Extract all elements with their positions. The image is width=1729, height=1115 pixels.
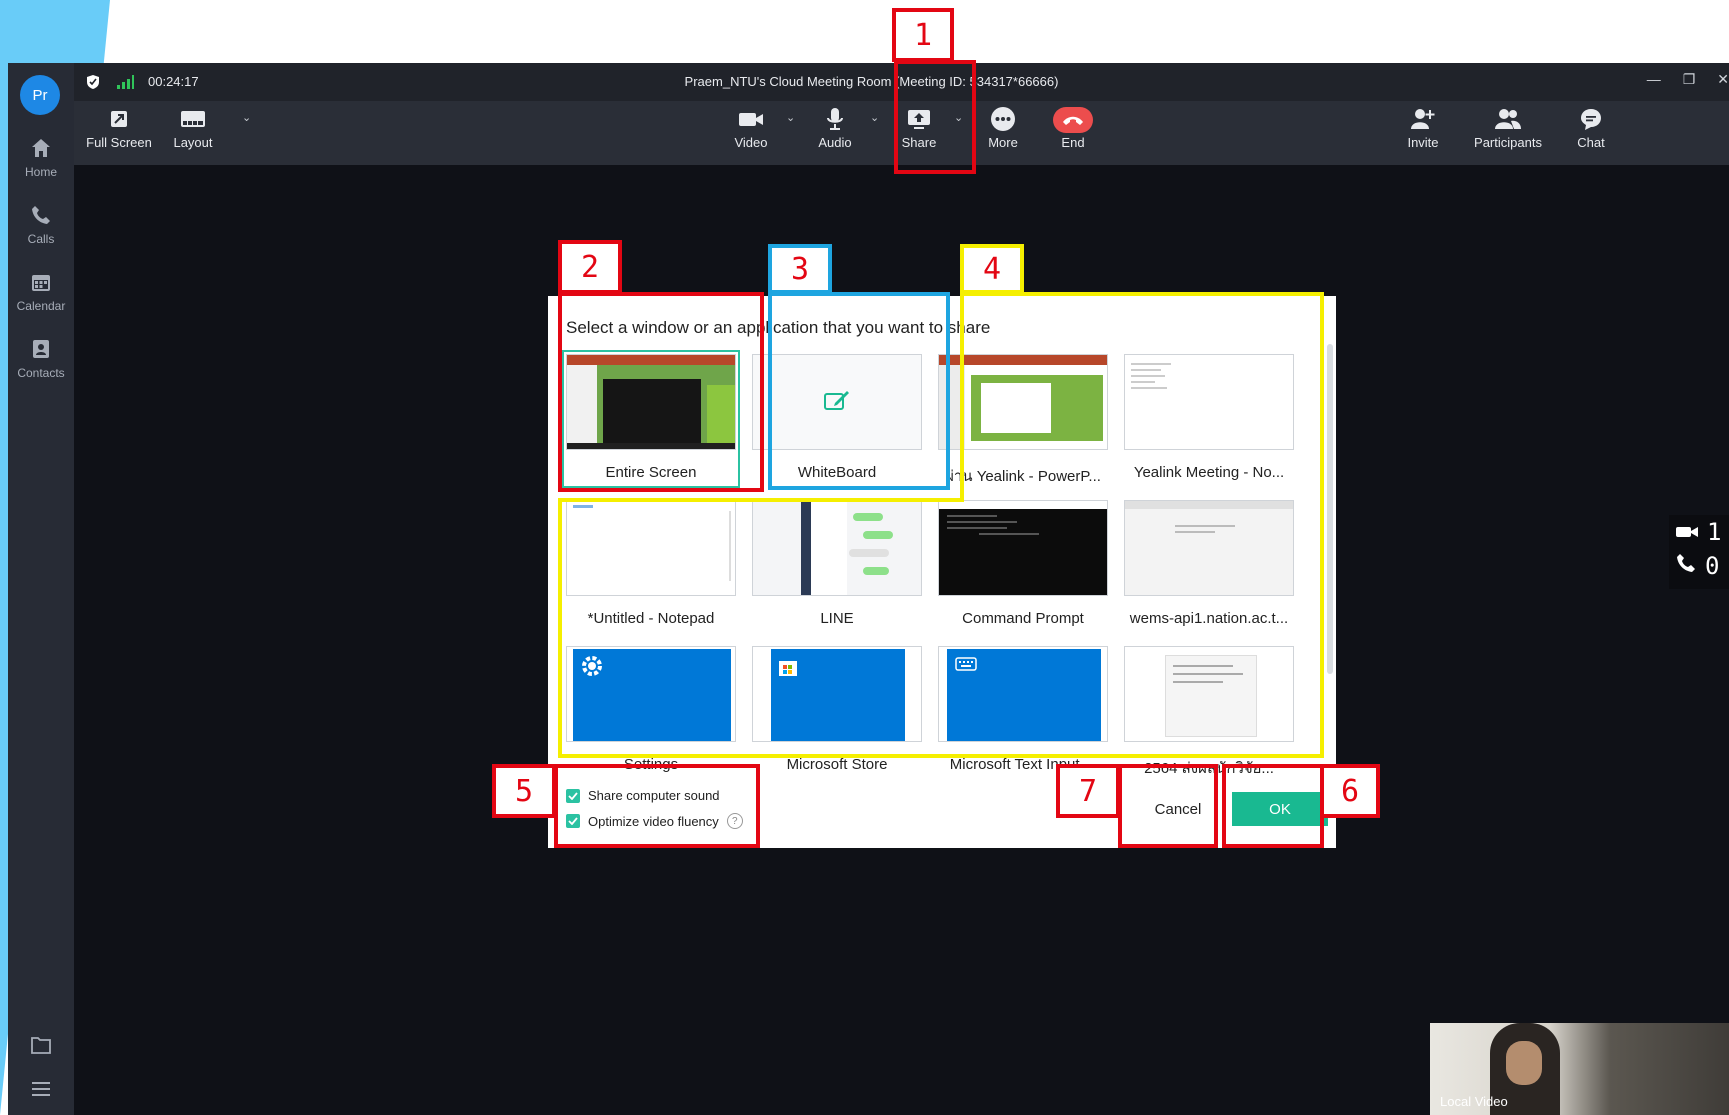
chat-icon [1579,107,1603,134]
participants-button[interactable]: Participants [1460,105,1556,161]
participants-icon [1494,108,1522,133]
invite-button[interactable]: Invite [1386,105,1460,161]
annotation-box-7 [1118,764,1218,848]
phone-count: 0 [1705,552,1720,580]
local-video-preview[interactable]: Local Video [1430,1023,1729,1115]
more-icon [990,106,1016,135]
window-controls: — ❐ ✕ [1647,71,1729,88]
phone-icon [1675,552,1697,580]
folder-icon [30,1035,52,1060]
local-video-label: Local Video [1440,1094,1508,1109]
layout-label: Layout [173,135,213,150]
chevron-down-icon[interactable]: ⌄ [786,111,795,124]
end-label: End [1061,135,1085,150]
chevron-down-icon[interactable]: ⌄ [870,111,879,124]
video-count: 1 [1707,518,1722,546]
hamburger-menu-icon [31,1080,51,1103]
more-button[interactable]: More [966,105,1040,161]
phone-icon [8,204,74,228]
participants-label: Participants [1474,135,1542,150]
annotation-number-7: 7 [1056,764,1120,818]
chat-button[interactable]: Chat [1554,105,1628,161]
sidebar-item-calls[interactable]: Calls [8,204,74,260]
audio-label: Audio [818,135,852,150]
annotation-box-5 [554,764,760,848]
annotation-number-1: 1 [892,8,954,62]
video-camera-icon [738,110,764,131]
participant-counts: 1 0 [1669,515,1729,589]
avatar[interactable]: Pr [20,75,60,115]
annotation-number-4: 4 [960,244,1024,294]
minimize-icon[interactable]: — [1647,71,1661,88]
microphone-icon [825,107,845,134]
layout-icon [180,110,206,131]
calendar-icon [8,271,74,295]
annotation-box-1 [894,60,976,174]
annotation-number-3: 3 [768,244,832,294]
end-call-button[interactable]: End [1036,105,1110,161]
video-label: Video [734,135,768,150]
full-screen-label: Full Screen [86,135,152,150]
fullscreen-icon [109,109,129,132]
layout-button[interactable]: Layout [156,105,230,161]
annotation-number-6: 6 [1320,764,1380,818]
more-label: More [988,135,1018,150]
sidebar-item-label: Calls [27,232,55,246]
home-icon [8,137,74,161]
sidebar-item-label: Contacts [17,366,65,380]
audio-button[interactable]: Audio [798,105,872,161]
chevron-down-icon[interactable]: ⌄ [242,111,251,124]
annotation-box-4-outline [558,292,1324,758]
video-face [1506,1041,1542,1085]
close-icon[interactable]: ✕ [1717,71,1729,88]
annotation-box-6 [1222,764,1324,848]
restore-icon[interactable]: ❐ [1683,71,1696,88]
video-button[interactable]: Video [714,105,788,161]
dialog-scrollbar[interactable] [1327,344,1333,674]
sidebar-item-label: Calendar [16,299,66,313]
hang-up-icon [1053,107,1093,133]
add-person-icon [1410,107,1436,134]
chat-label: Chat [1577,135,1605,150]
sidebar-item-home[interactable]: Home [8,137,74,193]
sidebar-item-calendar[interactable]: Calendar [8,271,74,327]
full-screen-button[interactable]: Full Screen [82,105,156,161]
left-navigation: Pr Home Calls Calendar Contacts [8,63,74,1115]
sidebar-item-label: Home [24,165,57,179]
tile-label: Microsoft Store [786,756,888,773]
files-button[interactable] [8,1029,74,1065]
invite-label: Invite [1407,135,1439,150]
annotation-number-2: 2 [558,240,622,294]
contacts-icon [8,338,74,362]
sidebar-item-contacts[interactable]: Contacts [8,338,74,394]
annotation-number-5: 5 [492,764,556,818]
menu-button[interactable] [8,1073,74,1109]
video-camera-icon [1675,518,1699,546]
